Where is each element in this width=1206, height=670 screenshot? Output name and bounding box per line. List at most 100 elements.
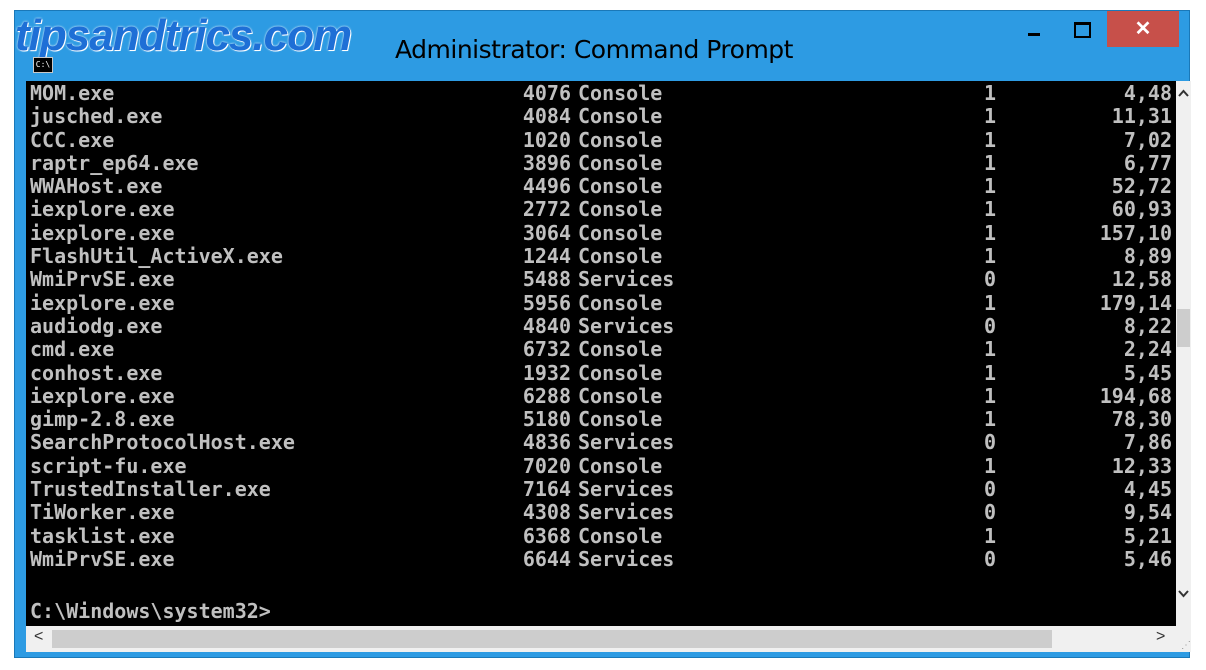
session-name: Console bbox=[578, 407, 663, 432]
session-number: 1 bbox=[984, 360, 997, 385]
cmd-icon[interactable]: C:\ bbox=[33, 57, 53, 73]
chevron-left-icon[interactable]: < bbox=[34, 628, 43, 646]
session-name: Console bbox=[578, 453, 663, 478]
maximize-icon bbox=[1073, 21, 1091, 38]
chevron-down-icon[interactable] bbox=[1176, 586, 1191, 602]
maximize-button[interactable] bbox=[1059, 11, 1105, 47]
memory-usage: 12,58 bbox=[1111, 267, 1172, 292]
session-name: Services bbox=[578, 313, 675, 338]
session-name: Console bbox=[578, 383, 663, 408]
session-name: Console bbox=[578, 81, 663, 105]
chevron-up-icon[interactable] bbox=[1176, 85, 1191, 101]
process-row: WWAHost.exe 4496 Console 1 52,72 bbox=[26, 174, 1176, 199]
process-row: gimp-2.8.exe 5180 Console 1 78,30 bbox=[26, 407, 1176, 432]
session-number: 1 bbox=[984, 220, 997, 245]
session-name: Console bbox=[578, 150, 663, 175]
horizontal-scroll-thumb[interactable] bbox=[52, 630, 1052, 648]
process-pid: 4496 bbox=[522, 174, 571, 199]
process-row: iexplore.exe 5956 Console 1 179,14 bbox=[26, 290, 1176, 315]
memory-usage: 60,93 bbox=[1111, 197, 1172, 222]
process-row: raptr_ep64.exe 3896 Console 1 6,77 bbox=[26, 150, 1176, 175]
process-name: WmiPrvSE.exe bbox=[30, 267, 175, 292]
session-number: 1 bbox=[984, 81, 997, 105]
process-row: MOM.exe 4076 Console 1 4,48 bbox=[26, 81, 1176, 105]
memory-usage: 78,30 bbox=[1111, 407, 1172, 432]
session-number: 1 bbox=[984, 244, 997, 269]
memory-usage: 52,72 bbox=[1111, 174, 1172, 199]
session-number: 0 bbox=[984, 477, 997, 502]
session-name: Console bbox=[578, 127, 663, 152]
process-row: tasklist.exe 6368 Console 1 5,21 bbox=[26, 523, 1176, 548]
close-icon: ✕ bbox=[1134, 18, 1152, 40]
horizontal-scrollbar[interactable]: < > bbox=[26, 626, 1176, 652]
process-name: tasklist.exe bbox=[30, 523, 175, 548]
memory-usage: 157,10 bbox=[1099, 220, 1172, 245]
process-row: conhost.exe 1932 Console 1 5,45 bbox=[26, 360, 1176, 385]
process-row: TrustedInstaller.exe 7164 Services 0 4,45 bbox=[26, 477, 1176, 502]
process-name: SearchProtocolHost.exe bbox=[30, 430, 295, 455]
process-name: FlashUtil_ActiveX.exe bbox=[30, 244, 283, 269]
session-name: Console bbox=[578, 197, 663, 222]
session-number: 1 bbox=[984, 383, 997, 408]
process-pid: 1932 bbox=[522, 360, 571, 385]
memory-usage: 194,68 bbox=[1099, 383, 1172, 408]
process-row: FlashUtil_ActiveX.exe 1244 Console 1 8,89 bbox=[26, 244, 1176, 269]
process-pid: 6288 bbox=[522, 383, 571, 408]
session-name: Console bbox=[578, 290, 663, 315]
session-name: Console bbox=[578, 220, 663, 245]
process-name: iexplore.exe bbox=[30, 197, 175, 222]
process-name: WWAHost.exe bbox=[30, 174, 163, 199]
process-row: iexplore.exe 3064 Console 1 157,10 bbox=[26, 220, 1176, 245]
minimize-button[interactable] bbox=[1011, 11, 1057, 47]
process-pid: 2772 bbox=[522, 197, 571, 222]
process-row: WmiPrvSE.exe 5488 Services 0 12,58 bbox=[26, 267, 1176, 292]
process-pid: 3064 bbox=[522, 220, 571, 245]
session-number: 0 bbox=[984, 546, 997, 571]
session-number: 1 bbox=[984, 407, 997, 432]
watermark: tipsandtrics.com bbox=[15, 11, 352, 60]
session-name: Console bbox=[578, 360, 663, 385]
close-button[interactable]: ✕ bbox=[1107, 11, 1179, 47]
vertical-scroll-thumb[interactable] bbox=[1177, 309, 1190, 347]
process-pid: 1244 bbox=[522, 244, 571, 269]
memory-usage: 4,45 bbox=[1123, 477, 1172, 502]
session-name: Console bbox=[578, 337, 663, 362]
memory-usage: 8,89 bbox=[1123, 244, 1172, 269]
session-number: 0 bbox=[984, 430, 997, 455]
process-row: CCC.exe 1020 Console 1 7,02 bbox=[26, 127, 1176, 152]
process-row: WmiPrvSE.exe 6644 Services 0 5,46 bbox=[26, 546, 1176, 571]
process-name: TiWorker.exe bbox=[30, 500, 175, 525]
session-name: Services bbox=[578, 546, 675, 571]
process-name: CCC.exe bbox=[30, 127, 115, 152]
command-prompt-line[interactable]: C:\Windows\system32> bbox=[30, 599, 271, 623]
session-number: 0 bbox=[984, 500, 997, 525]
process-row: iexplore.exe 6288 Console 1 194,68 bbox=[26, 383, 1176, 408]
chevron-right-icon[interactable]: > bbox=[1156, 628, 1165, 646]
process-pid: 6644 bbox=[522, 546, 571, 571]
session-number: 1 bbox=[984, 337, 997, 362]
process-pid: 4084 bbox=[522, 104, 571, 129]
process-name: conhost.exe bbox=[30, 360, 163, 385]
process-pid: 6732 bbox=[522, 337, 571, 362]
process-row: jusched.exe 4084 Console 1 11,31 bbox=[26, 104, 1176, 129]
session-number: 1 bbox=[984, 150, 997, 175]
process-name: iexplore.exe bbox=[30, 290, 175, 315]
resize-grip-icon[interactable]: ⋰ bbox=[1176, 626, 1191, 652]
process-row: iexplore.exe 2772 Console 1 60,93 bbox=[26, 197, 1176, 222]
process-pid: 4836 bbox=[522, 430, 571, 455]
process-row: audiodg.exe 4840 Services 0 8,22 bbox=[26, 313, 1176, 338]
title-bar[interactable]: tipsandtrics.com C:\ Administrator: Comm… bbox=[15, 11, 1189, 81]
memory-usage: 4,48 bbox=[1123, 81, 1172, 105]
process-pid: 5956 bbox=[522, 290, 571, 315]
memory-usage: 179,14 bbox=[1099, 290, 1172, 315]
process-pid: 4840 bbox=[522, 313, 571, 338]
process-name: script-fu.exe bbox=[30, 453, 187, 478]
console-output[interactable]: MOM.exe 4076 Console 1 4,48 jusched.exe 4084 Co… bbox=[26, 81, 1176, 626]
process-name: raptr_ep64.exe bbox=[30, 150, 199, 175]
vertical-scrollbar[interactable] bbox=[1176, 81, 1191, 626]
process-name: cmd.exe bbox=[30, 337, 115, 362]
process-pid: 7164 bbox=[522, 477, 571, 502]
memory-usage: 8,22 bbox=[1123, 313, 1172, 338]
memory-usage: 5,21 bbox=[1123, 523, 1172, 548]
memory-usage: 11,31 bbox=[1111, 104, 1172, 129]
